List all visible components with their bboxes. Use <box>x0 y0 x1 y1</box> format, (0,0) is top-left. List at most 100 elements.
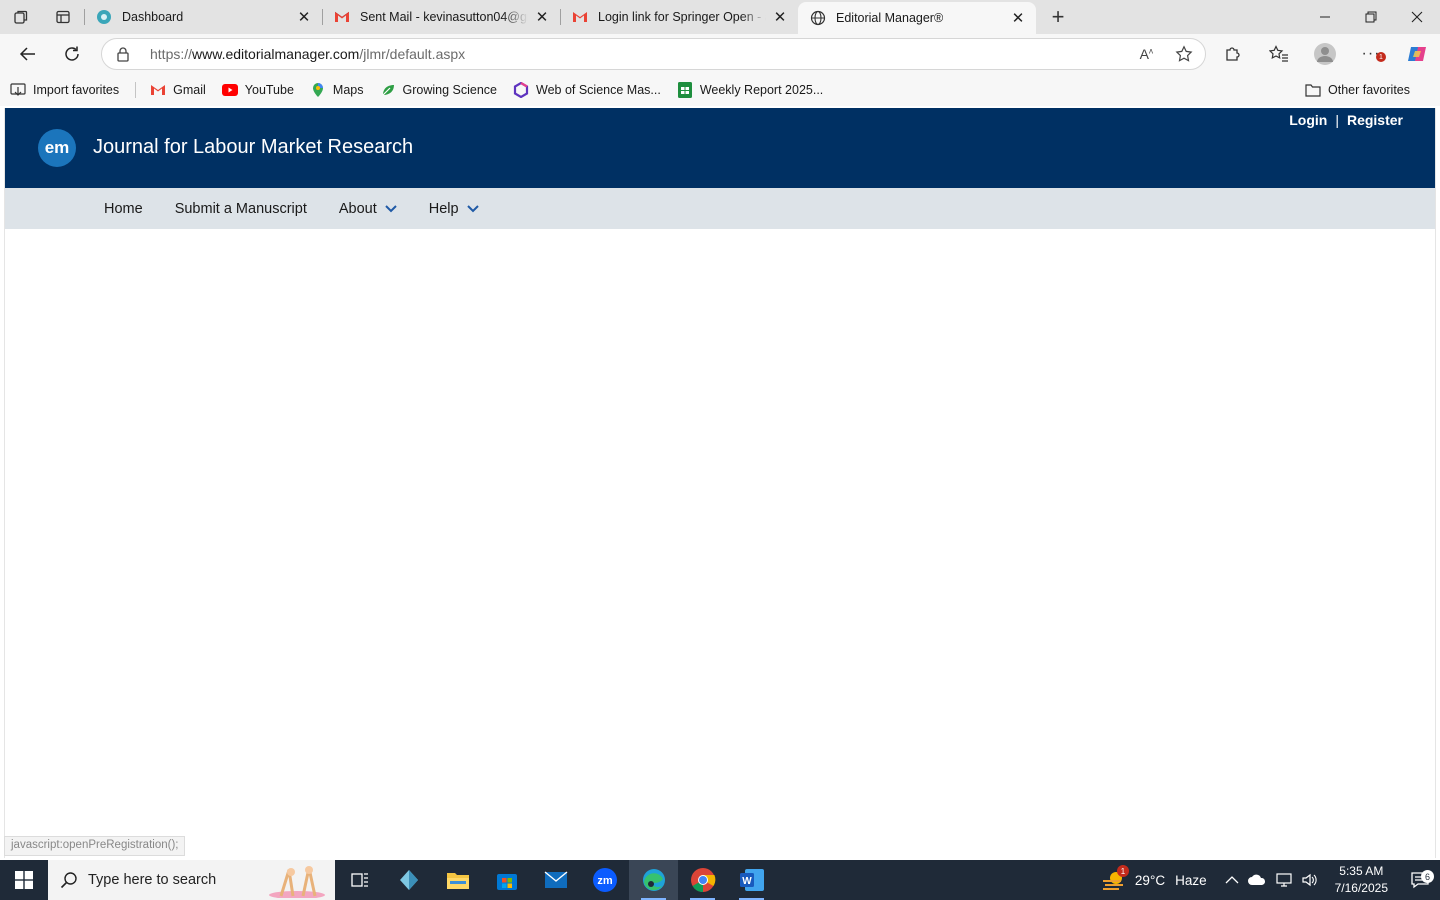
new-tab-button[interactable]: + <box>1036 0 1080 34</box>
tab-strip: Dashboard ✕ Sent Mail - kevinasutton04@g… <box>0 0 1440 34</box>
folder-icon <box>1305 82 1321 98</box>
tab-actions-button[interactable] <box>42 0 84 34</box>
taskbar-search[interactable]: Type here to search <box>48 860 335 900</box>
taskbar-word[interactable]: W <box>727 860 776 900</box>
folder-icon <box>446 873 469 889</box>
url-prefix: https:// <box>150 46 193 62</box>
back-button[interactable] <box>6 38 50 70</box>
nav-home[interactable]: Home <box>104 201 143 217</box>
puzzle-icon <box>1226 47 1240 61</box>
chevron-down-icon <box>385 204 397 213</box>
tab-title: Login link for Springer Open - abhishek <box>598 10 766 24</box>
minimize-button[interactable] <box>1302 0 1348 34</box>
windows-logo-icon <box>15 871 33 889</box>
weather-widget[interactable]: 1 29°C Haze <box>1101 865 1207 891</box>
other-favorites[interactable]: Other favorites <box>1305 74 1410 106</box>
weather-badge: 1 <box>1116 865 1129 877</box>
weather-haze-icon: 1 <box>1101 865 1129 891</box>
site-header: em Journal for Labour Market Research Lo… <box>5 108 1435 188</box>
network-icon[interactable] <box>1275 872 1293 888</box>
workspaces-button[interactable] <box>0 0 42 34</box>
taskbar-zoom[interactable]: zm <box>580 860 629 900</box>
close-tab-icon[interactable]: ✕ <box>534 9 550 26</box>
lock-icon[interactable] <box>116 46 132 62</box>
workspaces-icon <box>14 10 28 24</box>
youtube-icon <box>221 82 238 98</box>
profile-button[interactable] <box>1302 34 1348 74</box>
close-tab-icon[interactable]: ✕ <box>1010 10 1026 27</box>
settings-more-button[interactable]: ··· 1 <box>1348 34 1394 74</box>
taskbar-mail[interactable] <box>531 860 580 900</box>
gmail-icon <box>572 9 588 25</box>
close-tab-icon[interactable]: ✕ <box>296 9 312 26</box>
refresh-button[interactable] <box>50 38 94 70</box>
plus-icon: + <box>1051 4 1065 29</box>
url-domain: www.editorialmanager.com <box>192 46 360 62</box>
close-tab-icon[interactable]: ✕ <box>772 9 788 26</box>
web-of-science-icon <box>513 82 529 98</box>
copilot-button[interactable] <box>1394 34 1440 74</box>
chevron-down-icon <box>466 204 479 213</box>
onedrive-cloud-icon[interactable] <box>1247 872 1267 888</box>
weather-temp: 29°C <box>1134 872 1166 888</box>
journal-title: Journal for Labour Market Research <box>93 136 414 158</box>
nav-help[interactable]: Help <box>429 201 479 217</box>
favorite-label: Web of Science Mas... <box>536 83 661 97</box>
mail-icon <box>544 871 567 888</box>
favorite-label: Maps <box>332 83 364 97</box>
back-arrow-icon <box>19 47 35 61</box>
read-aloud-icon[interactable]: Aʌ <box>1140 46 1153 62</box>
notification-center-button[interactable]: 6 <box>1400 870 1440 889</box>
taskbar-edge[interactable] <box>629 860 678 900</box>
favorite-gmail[interactable]: Gmail <box>150 82 206 98</box>
taskbar-file-explorer[interactable] <box>433 860 482 900</box>
navigation-bar: https://www.editorialmanager.com/jlmr/de… <box>0 34 1440 74</box>
close-icon <box>1411 11 1423 23</box>
tray-icons <box>1225 872 1319 888</box>
favorite-web-of-science[interactable]: Web of Science Mas... <box>513 82 661 98</box>
nav-label: Submit a Manuscript <box>174 200 307 217</box>
favorite-import[interactable]: Import favorites <box>10 82 119 98</box>
start-button[interactable] <box>0 860 48 900</box>
register-link[interactable]: Register <box>1347 112 1403 128</box>
volume-icon[interactable] <box>1301 872 1319 888</box>
address-bar[interactable]: https://www.editorialmanager.com/jlmr/de… <box>101 38 1206 70</box>
tab-editorial-manager[interactable]: Editorial Manager® ✕ <box>798 2 1036 34</box>
favorites-divider <box>135 82 137 98</box>
tab-actions-icon <box>56 10 70 24</box>
favorite-growing-science[interactable]: Growing Science <box>380 82 497 98</box>
tab-sent-mail[interactable]: Sent Mail - kevinasutton04@gmail.com ✕ <box>322 0 560 34</box>
em-logo[interactable]: em <box>38 129 76 167</box>
task-view-button[interactable] <box>335 860 384 900</box>
taskbar-app-diamond[interactable] <box>384 860 433 900</box>
login-link[interactable]: Login <box>1289 112 1327 128</box>
show-hidden-icons-icon[interactable] <box>1225 875 1239 885</box>
auth-links: Login | Register <box>1289 112 1403 128</box>
word-icon: W <box>739 869 764 891</box>
url-text[interactable]: https://www.editorialmanager.com/jlmr/de… <box>150 46 465 62</box>
favorites-button[interactable] <box>1256 34 1302 74</box>
growing-science-icon <box>380 82 396 98</box>
window-controls <box>1302 0 1440 34</box>
tab-login-link[interactable]: Login link for Springer Open - abhishek … <box>560 0 798 34</box>
close-window-button[interactable] <box>1394 0 1440 34</box>
restore-button[interactable] <box>1348 0 1394 34</box>
nav-submit-manuscript[interactable]: Submit a Manuscript <box>175 201 307 217</box>
site-nav: Home Submit a Manuscript About Help <box>5 188 1435 229</box>
favorite-maps[interactable]: Maps <box>310 82 364 98</box>
gmail-icon <box>150 82 166 98</box>
nav-label: Help <box>428 200 459 217</box>
zoom-icon: zm <box>592 868 617 892</box>
search-highlight-illustration <box>269 866 325 898</box>
tab-dashboard[interactable]: Dashboard ✕ <box>84 0 322 34</box>
favorite-youtube[interactable]: YouTube <box>221 82 294 98</box>
favorite-star-icon[interactable] <box>1175 45 1193 63</box>
taskbar-chrome[interactable] <box>678 860 727 900</box>
nav-about[interactable]: About <box>339 201 397 217</box>
extensions-button[interactable] <box>1210 34 1256 74</box>
taskbar-microsoft-store[interactable] <box>482 860 531 900</box>
chrome-icon <box>690 868 715 892</box>
globe-icon <box>810 10 826 26</box>
clock[interactable]: 5:35 AM 7/16/2025 <box>1335 863 1388 897</box>
favorite-weekly-report[interactable]: Weekly Report 2025... <box>677 82 823 98</box>
